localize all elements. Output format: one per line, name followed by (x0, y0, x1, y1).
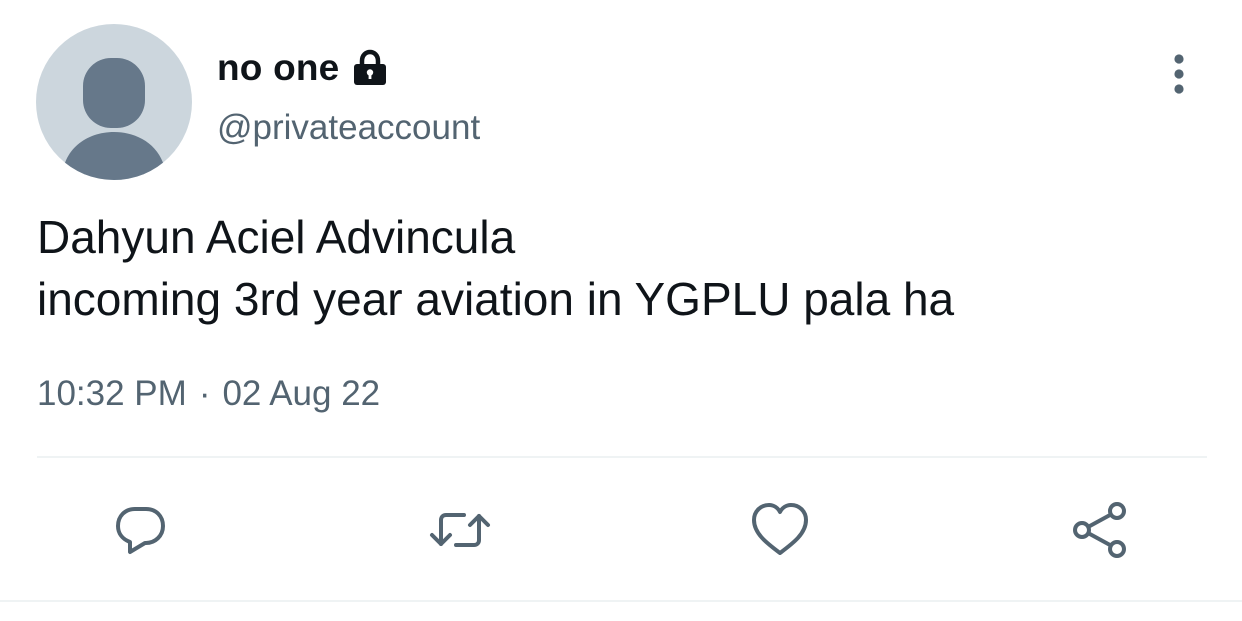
author-name-row[interactable]: no one (217, 44, 389, 92)
reply-button[interactable] (109, 498, 173, 562)
tweet-date[interactable]: 02 Aug 22 (222, 374, 380, 414)
avatar[interactable] (36, 24, 192, 180)
tweet-text: Dahyun Aciel Advincula incoming 3rd year… (37, 206, 1207, 330)
tweet-text-line-2: incoming 3rd year aviation in YGPLU pala… (37, 273, 955, 325)
default-avatar-icon (62, 58, 166, 180)
retweet-arrows-icon (430, 513, 490, 547)
comment-bubble-icon (116, 507, 165, 554)
more-options-icon[interactable] (1164, 52, 1194, 98)
tweet-text-line-1: Dahyun Aciel Advincula (37, 211, 516, 263)
like-button[interactable] (748, 498, 812, 562)
author-handle[interactable]: @privateaccount (217, 108, 480, 148)
timestamp-separator: · (198, 374, 211, 413)
share-nodes-icon (1073, 502, 1126, 558)
retweet-button[interactable] (428, 498, 492, 562)
display-name[interactable]: no one (217, 47, 339, 89)
bottom-divider (0, 600, 1242, 602)
heart-icon (752, 503, 808, 555)
tweet-timestamp[interactable]: 10:32 PM · 02 Aug 22 (37, 374, 380, 414)
lock-icon (351, 49, 389, 87)
tweet-time[interactable]: 10:32 PM (37, 374, 187, 414)
divider (37, 456, 1207, 458)
share-button[interactable] (1068, 498, 1132, 562)
